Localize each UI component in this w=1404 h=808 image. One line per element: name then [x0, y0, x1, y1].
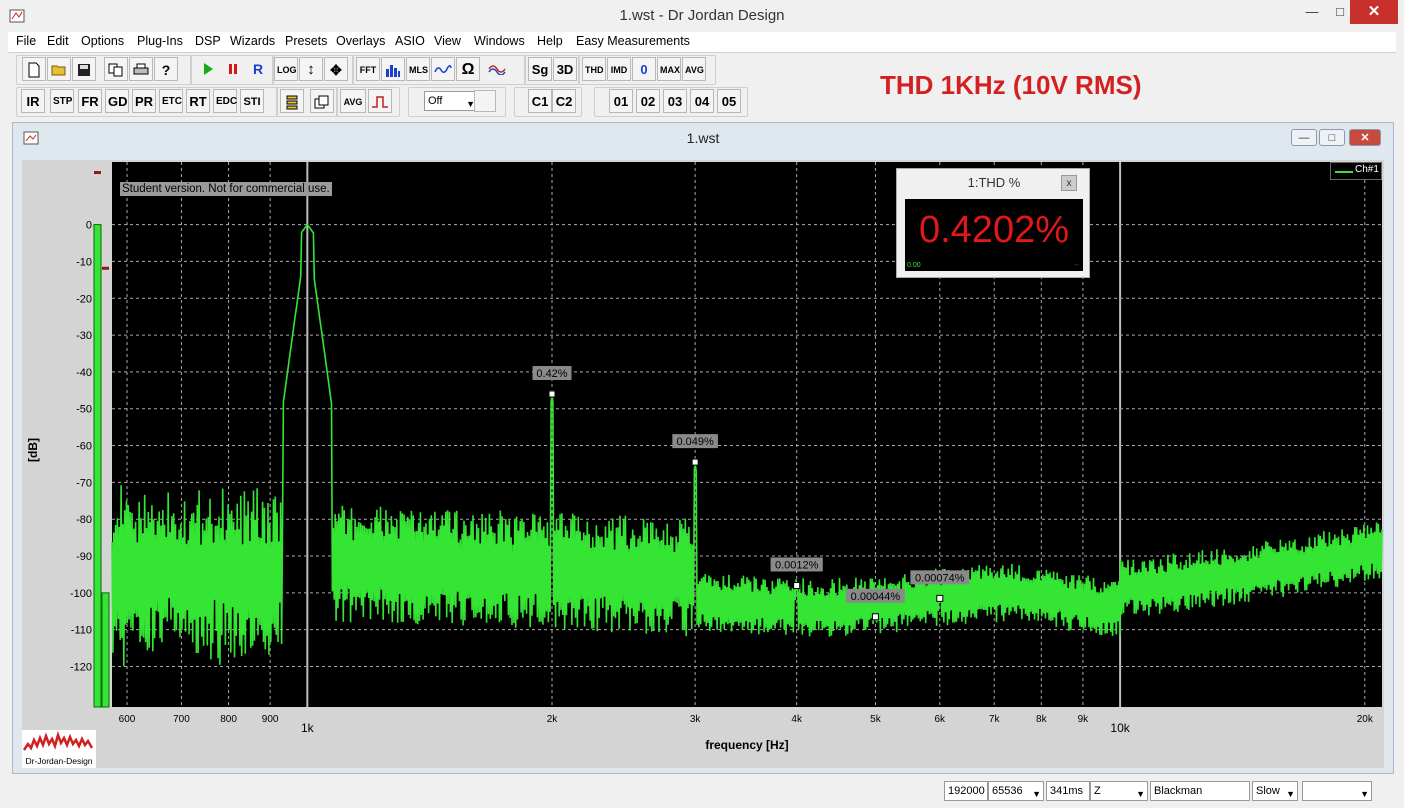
y-tick-label: -110 — [71, 625, 92, 637]
harmonic-marker — [691, 458, 699, 466]
x-tick-label: 800 — [220, 714, 237, 725]
y-tick-label: -60 — [76, 441, 92, 453]
harmonic-marker — [871, 613, 879, 621]
thd-max-label: -- — [1074, 262, 1079, 269]
fft-size-select[interactable]: 65536 ▼ — [988, 781, 1044, 801]
spectrum-chart[interactable]: 600 700 800 900 1k 2k 3k 4k 5k 6k 7k 8k 9k 10k 20k 0 -10… — [0, 0, 1404, 808]
weighting-value: Z — [1094, 785, 1101, 797]
status-bar: 192000 65536 ▼ 341ms Z ▼ Blackman Slow ▼ ▼ — [0, 778, 1404, 808]
x-tick-label: 6k — [935, 714, 947, 725]
duration-field: 341ms — [1046, 781, 1090, 801]
legend-label: Ch#1 — [1355, 164, 1379, 175]
logo-graphic — [22, 730, 94, 751]
x-axis-label: frequency [Hz] — [705, 738, 788, 752]
legend: Ch#1 — [1330, 162, 1382, 180]
level-meter-fill — [101, 592, 110, 708]
y-tick-label: -20 — [76, 293, 92, 305]
x-tick-label: 7k — [989, 714, 1001, 725]
y-tick-label: -50 — [76, 404, 92, 416]
x-tick-label: 5k — [870, 714, 882, 725]
harmonic-label: 0.00044% — [851, 591, 901, 603]
x-tick-label: 1k — [301, 721, 315, 735]
harmonic-label: 0.049% — [676, 436, 714, 448]
thd-panel-close-button[interactable]: x — [1061, 175, 1077, 191]
level-meter-clip — [94, 171, 101, 175]
x-tick-label: 20k — [1357, 714, 1374, 725]
level-meter-bar — [93, 224, 102, 708]
logo-text: Dr-Jordan-Design — [25, 756, 93, 766]
x-tick-label: 700 — [173, 714, 190, 725]
y-tick-label: -80 — [76, 514, 92, 526]
chevron-down-icon: ▼ — [1032, 789, 1041, 799]
y-tick-label: -40 — [76, 367, 92, 379]
chevron-down-icon: ▼ — [1360, 789, 1369, 799]
extra-select[interactable]: ▼ — [1302, 781, 1372, 801]
y-tick-label: -30 — [76, 330, 92, 342]
brand-logo: Dr-Jordan-Design — [22, 730, 96, 768]
speed-value: Slow — [1256, 785, 1280, 797]
legend-swatch — [1335, 171, 1353, 173]
y-tick-label: -90 — [76, 551, 92, 563]
x-tick-label: 900 — [262, 714, 279, 725]
harmonic-label: 0.00074% — [915, 572, 965, 584]
harmonic-marker — [936, 594, 944, 602]
y-tick-label: 0 — [86, 220, 92, 232]
thd-value: 0.4202% — [918, 209, 1069, 251]
y-tick-label: -10 — [76, 256, 92, 268]
harmonic-marker — [548, 390, 556, 398]
fft-size-value: 65536 — [992, 785, 1023, 797]
window-function-field: Blackman — [1150, 781, 1250, 801]
harmonic-label: 0.42% — [536, 368, 567, 380]
weighting-select[interactable]: Z ▼ — [1090, 781, 1148, 801]
x-tick-label: 8k — [1036, 714, 1048, 725]
y-tick-label: -100 — [70, 588, 92, 600]
chevron-down-icon: ▼ — [1136, 789, 1145, 799]
plot-background — [112, 162, 1382, 707]
x-tick-label: 2k — [547, 714, 559, 725]
x-tick-label: 4k — [791, 714, 803, 725]
y-axis-label: [dB] — [26, 438, 40, 462]
x-tick-label: 600 — [119, 714, 136, 725]
x-tick-label: 9k — [1078, 714, 1090, 725]
x-tick-label: 3k — [690, 714, 702, 725]
sample-rate-field: 192000 — [944, 781, 988, 801]
y-tick-label: -70 — [76, 477, 92, 489]
chevron-down-icon: ▼ — [1286, 789, 1295, 799]
thd-min-label: 0.00 — [907, 262, 921, 269]
speed-select[interactable]: Slow ▼ — [1252, 781, 1298, 801]
y-tick-label: -120 — [70, 661, 92, 673]
harmonic-label: 0.0012% — [775, 559, 819, 571]
thd-panel: 1:THD % x 0.4202% 0.00 -- — [896, 168, 1090, 278]
level-meter-peak — [102, 266, 109, 270]
thd-display: 0.4202% 0.00 -- — [905, 199, 1083, 271]
x-tick-label: 10k — [1110, 721, 1130, 735]
student-notice: Student version. Not for commercial use. — [120, 182, 332, 196]
harmonic-marker — [793, 581, 801, 589]
